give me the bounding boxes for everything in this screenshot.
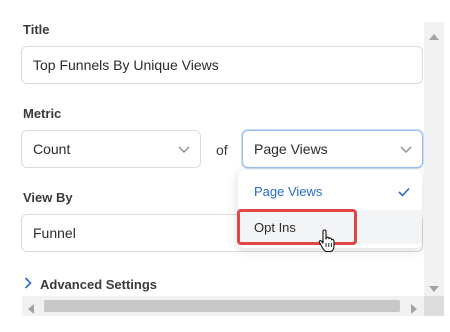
check-icon <box>398 185 410 200</box>
advanced-settings-toggle[interactable]: Advanced Settings <box>24 277 157 292</box>
metric-select[interactable]: Count <box>21 130 201 168</box>
dropdown-option-page-views[interactable]: Page Views <box>238 174 422 208</box>
scroll-up-arrow-icon[interactable] <box>429 28 439 46</box>
chevron-down-icon <box>400 141 412 157</box>
title-input-value: Top Funnels By Unique Views <box>33 57 219 73</box>
view-by-label: View By <box>23 190 73 205</box>
advanced-settings-label: Advanced Settings <box>40 277 158 292</box>
title-input[interactable]: Top Funnels By Unique Views <box>21 46 423 84</box>
chevron-down-icon <box>178 141 190 157</box>
horizontal-scrollbar-thumb[interactable] <box>44 300 400 312</box>
highlight-box <box>237 209 357 245</box>
option-label: Page Views <box>254 183 323 199</box>
metric-source-select[interactable]: Page Views <box>242 130 423 168</box>
of-text: of <box>216 142 228 158</box>
metric-label: Metric <box>23 106 62 121</box>
hand-cursor-icon <box>318 229 336 258</box>
metric-source-select-value: Page Views <box>254 141 328 157</box>
view-by-select-value: Funnel <box>33 225 76 241</box>
title-label: Title <box>23 22 50 37</box>
chevron-right-icon <box>24 277 32 292</box>
scroll-right-arrow-icon[interactable] <box>410 301 418 319</box>
metric-select-value: Count <box>33 141 71 157</box>
scroll-left-arrow-icon[interactable] <box>27 301 35 319</box>
scrollbar-corner <box>424 296 444 316</box>
vertical-scrollbar-track[interactable] <box>428 46 440 272</box>
